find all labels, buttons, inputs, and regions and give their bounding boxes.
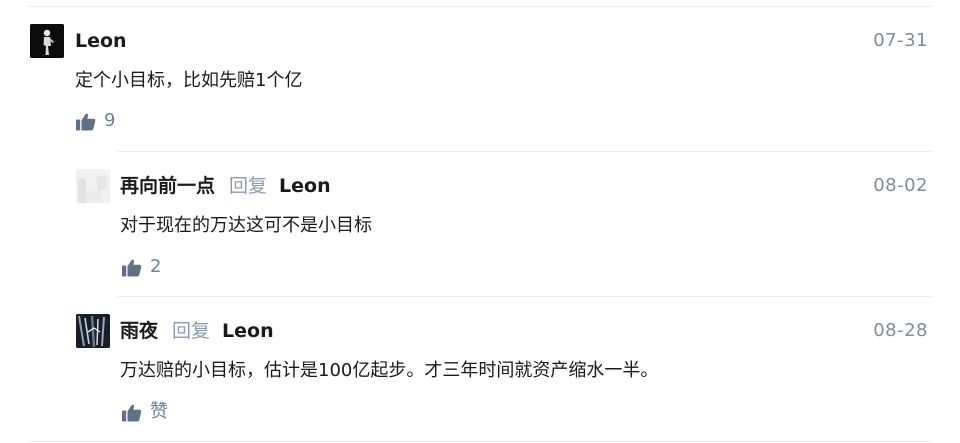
like-button[interactable]: 9 (76, 110, 115, 132)
reply-target-name[interactable]: Leon (222, 320, 274, 342)
dark-figure-avatar-icon (30, 24, 64, 58)
reply-label: 回复 (172, 320, 211, 342)
like-count: 9 (104, 110, 116, 131)
rainy-night-avatar-icon (76, 314, 110, 348)
reply-text: 对于现在的万达这可不是小目标 (120, 215, 372, 236)
avatar[interactable] (76, 314, 110, 348)
author-name[interactable]: 雨夜 (120, 320, 158, 342)
reply-text: 万达赔的小目标，估计是100亿起步。才三年时间就资产缩水一半。 (120, 360, 659, 381)
like-label: 赞 (150, 401, 168, 422)
thumbs-up-icon (76, 113, 96, 130)
reply-divider (118, 296, 932, 297)
light-gray-avatar-icon (76, 169, 110, 203)
like-button[interactable]: 赞 (122, 401, 168, 423)
bottom-divider (28, 441, 932, 442)
avatar[interactable] (30, 24, 64, 58)
top-divider (28, 6, 932, 7)
reply-label: 回复 (229, 175, 268, 197)
reply-target-name[interactable]: Leon (279, 175, 331, 197)
like-button[interactable]: 2 (122, 256, 161, 278)
thumbs-up-icon (122, 404, 142, 421)
reply-header: 再向前一点 回复 Leon (120, 174, 331, 198)
author-name[interactable]: 再向前一点 (120, 175, 215, 197)
comment-text: 定个小目标，比如先赔1个亿 (75, 70, 303, 91)
reply-header: 雨夜 回复 Leon (120, 319, 274, 343)
comment-date: 07-31 (873, 30, 928, 51)
reply-date: 08-28 (873, 320, 928, 341)
avatar[interactable] (76, 169, 110, 203)
reply-divider (118, 151, 932, 152)
like-count: 2 (150, 256, 162, 277)
thumbs-up-icon (122, 259, 142, 276)
author-name[interactable]: Leon (75, 29, 127, 53)
reply-date: 08-02 (873, 175, 928, 196)
